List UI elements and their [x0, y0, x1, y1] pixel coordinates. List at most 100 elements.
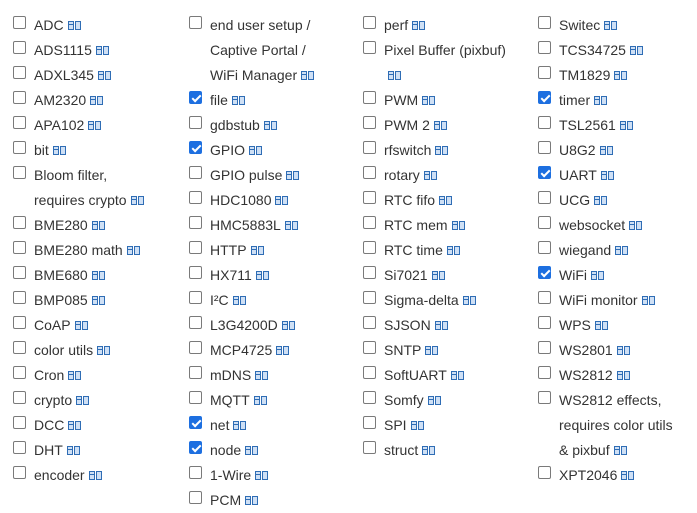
module-checkbox-dcc[interactable] [13, 416, 26, 429]
documentation-icon[interactable] [600, 171, 615, 181]
module-label[interactable]: ADS1115 [34, 38, 110, 63]
module-checkbox-ws2801[interactable] [538, 341, 551, 354]
module-checkbox-rtc-mem[interactable] [363, 216, 376, 229]
module-checkbox-gpio[interactable] [189, 141, 202, 154]
module-checkbox-wifi-monitor[interactable] [538, 291, 551, 304]
module-label[interactable]: UART [559, 163, 615, 188]
module-checkbox-net[interactable] [189, 416, 202, 429]
module-checkbox-websocket[interactable] [538, 216, 551, 229]
documentation-icon[interactable] [97, 71, 112, 81]
module-label[interactable]: Somfy [384, 388, 442, 413]
module-checkbox-pcm[interactable] [189, 491, 202, 504]
module-checkbox-tm1829[interactable] [538, 66, 551, 79]
documentation-icon[interactable] [427, 396, 442, 406]
documentation-icon[interactable] [446, 246, 461, 256]
module-label[interactable]: SPI [384, 413, 425, 438]
module-label[interactable]: file [210, 88, 246, 113]
documentation-icon[interactable] [433, 121, 448, 131]
module-checkbox-somfy[interactable] [363, 391, 376, 404]
module-label[interactable]: HDC1080 [210, 188, 289, 213]
module-label[interactable]: MQTT [210, 388, 268, 413]
documentation-icon[interactable] [263, 121, 278, 131]
module-checkbox-struct[interactable] [363, 441, 376, 454]
module-checkbox-mdns[interactable] [189, 366, 202, 379]
documentation-icon[interactable] [591, 271, 605, 281]
module-checkbox-hx711[interactable] [189, 266, 202, 279]
documentation-icon[interactable] [439, 196, 453, 206]
module-label[interactable]: UCG [559, 188, 608, 213]
documentation-icon[interactable] [604, 21, 618, 31]
module-label[interactable]: GPIO [210, 138, 263, 163]
module-label[interactable]: CoAP [34, 313, 89, 338]
module-checkbox-pixel-buffer-pixbuf[interactable] [363, 41, 376, 54]
module-label[interactable]: GPIO pulse [210, 163, 300, 188]
documentation-icon[interactable] [250, 246, 265, 256]
documentation-icon[interactable] [275, 196, 289, 206]
documentation-icon[interactable] [422, 96, 436, 106]
documentation-icon[interactable] [614, 71, 628, 81]
module-checkbox-spi[interactable] [363, 416, 376, 429]
module-label[interactable]: crypto [34, 388, 90, 413]
documentation-icon[interactable] [450, 371, 465, 381]
documentation-icon[interactable] [284, 221, 299, 231]
module-label[interactable]: APA102 [34, 113, 102, 138]
module-label[interactable]: perf [384, 13, 426, 38]
module-checkbox-xpt2046[interactable] [538, 466, 551, 479]
module-checkbox-rtc-time[interactable] [363, 241, 376, 254]
module-label[interactable]: HMC5883L [210, 213, 299, 238]
module-label[interactable]: WS2812 [559, 363, 631, 388]
module-checkbox-uart[interactable] [538, 166, 551, 179]
module-label[interactable]: WPS [559, 313, 609, 338]
module-checkbox-sigma-delta[interactable] [363, 291, 376, 304]
module-checkbox-adc[interactable] [13, 16, 26, 29]
documentation-icon[interactable] [594, 321, 609, 331]
documentation-icon[interactable] [629, 221, 643, 231]
module-checkbox-rotary[interactable] [363, 166, 376, 179]
documentation-icon[interactable] [423, 171, 438, 181]
documentation-icon[interactable] [231, 96, 246, 106]
module-label[interactable]: ADXL345 [34, 63, 112, 88]
module-label[interactable]: BMP085 [34, 288, 106, 313]
documentation-icon[interactable] [95, 46, 110, 56]
module-label[interactable]: HTTP [210, 238, 265, 263]
module-label[interactable]: I²C [210, 288, 247, 313]
documentation-icon[interactable] [253, 396, 268, 406]
module-label[interactable]: BME680 [34, 263, 106, 288]
module-checkbox-ads1115[interactable] [13, 41, 26, 54]
documentation-icon[interactable] [629, 46, 644, 56]
module-checkbox-bme280-math[interactable] [13, 241, 26, 254]
module-label[interactable]: color utils [34, 338, 111, 363]
documentation-icon[interactable] [232, 296, 247, 306]
documentation-icon[interactable] [301, 71, 315, 81]
documentation-icon[interactable] [276, 346, 290, 356]
documentation-icon[interactable] [130, 196, 145, 206]
module-checkbox-wps[interactable] [538, 316, 551, 329]
documentation-icon[interactable] [255, 271, 270, 281]
documentation-icon[interactable] [462, 296, 477, 306]
documentation-icon[interactable] [594, 196, 608, 206]
module-label[interactable]: struct [384, 438, 436, 463]
module-checkbox-http[interactable] [189, 241, 202, 254]
module-label[interactable]: HX711 [210, 263, 270, 288]
module-label[interactable]: PWM 2 [384, 113, 448, 138]
module-label[interactable]: bit [34, 138, 67, 163]
module-label[interactable]: TCS34725 [559, 38, 644, 63]
module-checkbox-am2320[interactable] [13, 91, 26, 104]
module-label[interactable]: DHT [34, 438, 81, 463]
module-checkbox-wiegand[interactable] [538, 241, 551, 254]
module-label[interactable]: rfswitch [384, 138, 449, 163]
module-checkbox-bloom-filter-requires-crypto[interactable] [13, 166, 26, 179]
documentation-icon[interactable] [88, 471, 103, 481]
documentation-icon[interactable] [412, 21, 426, 31]
module-label[interactable]: WiFi monitor [559, 288, 656, 313]
module-checkbox-mcp4725[interactable] [189, 341, 202, 354]
documentation-icon[interactable] [91, 221, 106, 231]
module-label[interactable]: websocket [559, 213, 643, 238]
documentation-icon[interactable] [641, 296, 656, 306]
module-checkbox-sntp[interactable] [363, 341, 376, 354]
module-checkbox-bme280[interactable] [13, 216, 26, 229]
module-label[interactable]: 1-Wire [210, 463, 269, 488]
module-checkbox-si7021[interactable] [363, 266, 376, 279]
module-checkbox-gpio-pulse[interactable] [189, 166, 202, 179]
documentation-icon[interactable] [615, 246, 629, 256]
